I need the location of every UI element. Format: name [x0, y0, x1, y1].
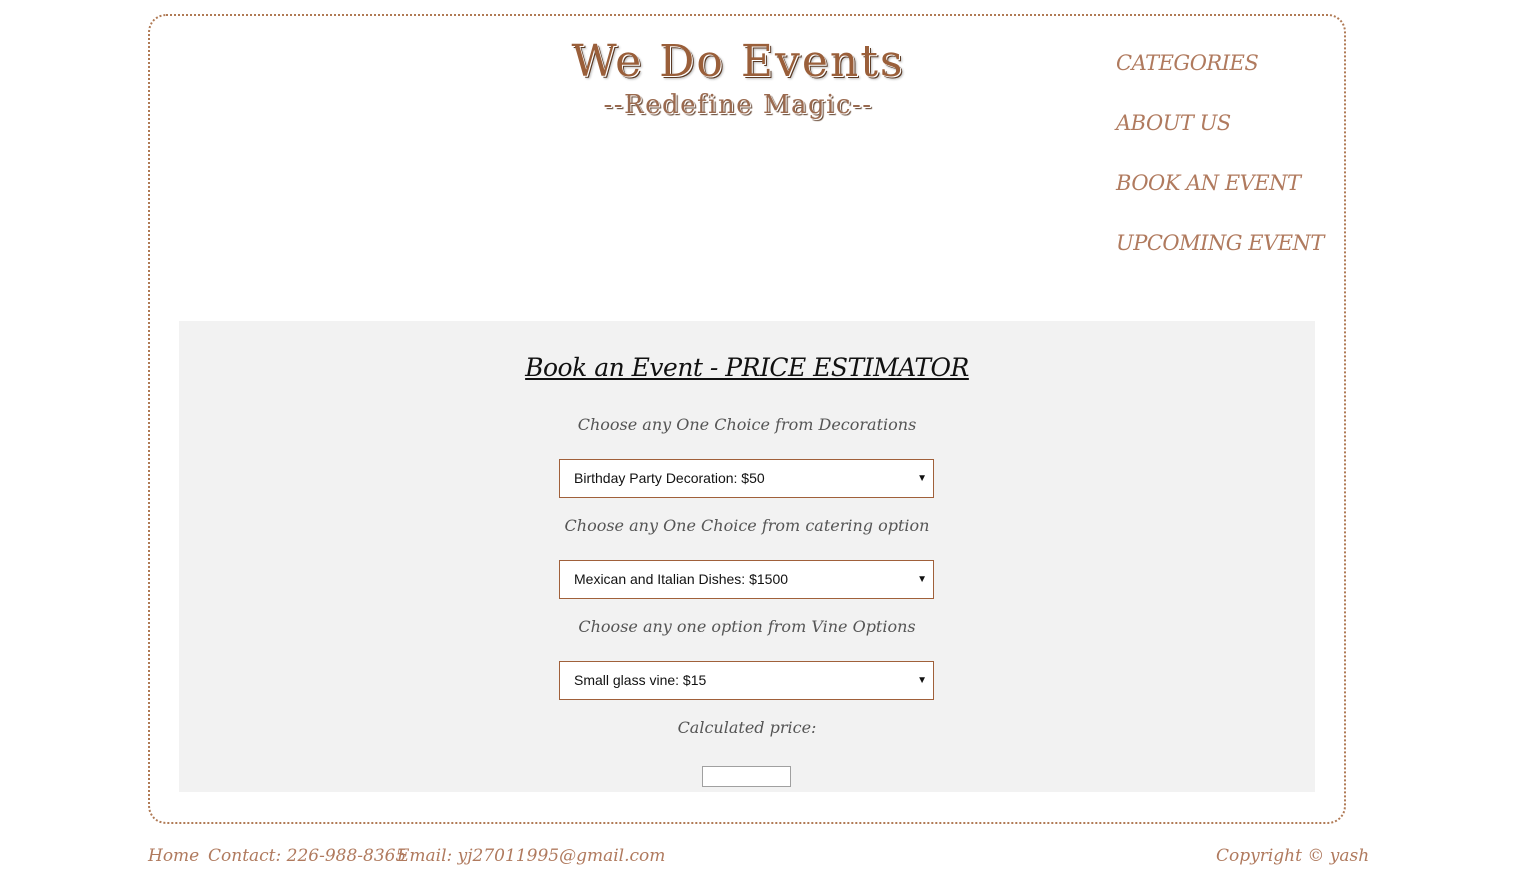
dropdown-arrow-icon: ▼ [917, 574, 927, 585]
nav-item-about-us[interactable]: ABOUT US [1116, 108, 1324, 168]
catering-label: Choose any One Choice from catering opti… [564, 516, 930, 535]
site-logo-subtitle: --Redefine Magic-- [603, 90, 873, 120]
decorations-selected-value: Birthday Party Decoration: $50 [574, 470, 765, 486]
footer-home-link[interactable]: Home [148, 846, 199, 866]
vine-label: Choose any one option from Vine Options [578, 617, 916, 636]
nav-item-upcoming-event[interactable]: UPCOMING EVENT [1116, 228, 1324, 288]
footer-email: Email: yj27011995@gmail.com [397, 846, 666, 866]
nav-item-book-an-event[interactable]: BOOK AN EVENT [1116, 168, 1324, 228]
price-estimator-panel: Book an Event - PRICE ESTIMATOR Choose a… [179, 321, 1315, 792]
footer-links: Home [148, 846, 199, 866]
footer-contact: Contact: 226-988-8365 [208, 846, 407, 866]
calculated-price-label: Calculated price: [677, 718, 817, 737]
site-logo-subtitle-wrap: --Redefine Magic-- [548, 90, 928, 120]
estimator-title: Book an Event - PRICE ESTIMATOR [525, 353, 969, 382]
catering-select[interactable]: Mexican and Italian Dishes: $1500 ▼ [559, 560, 934, 599]
decorations-label: Choose any One Choice from Decorations [577, 415, 917, 434]
footer-copyright: Copyright © yash [1216, 846, 1370, 866]
catering-selected-value: Mexican and Italian Dishes: $1500 [574, 571, 789, 587]
dropdown-arrow-icon: ▼ [917, 675, 927, 686]
decorations-select[interactable]: Birthday Party Decoration: $50 ▼ [559, 459, 934, 498]
vine-selected-value: Small glass vine: $15 [574, 672, 707, 688]
site-logo-title: We Do Events [571, 36, 905, 87]
main-nav: CATEGORIES ABOUT US BOOK AN EVENT UPCOMI… [1116, 48, 1324, 288]
calculated-price-field[interactable] [702, 766, 791, 787]
vine-select[interactable]: Small glass vine: $15 ▼ [559, 661, 934, 700]
dropdown-arrow-icon: ▼ [917, 473, 927, 484]
nav-item-categories[interactable]: CATEGORIES [1116, 48, 1324, 108]
